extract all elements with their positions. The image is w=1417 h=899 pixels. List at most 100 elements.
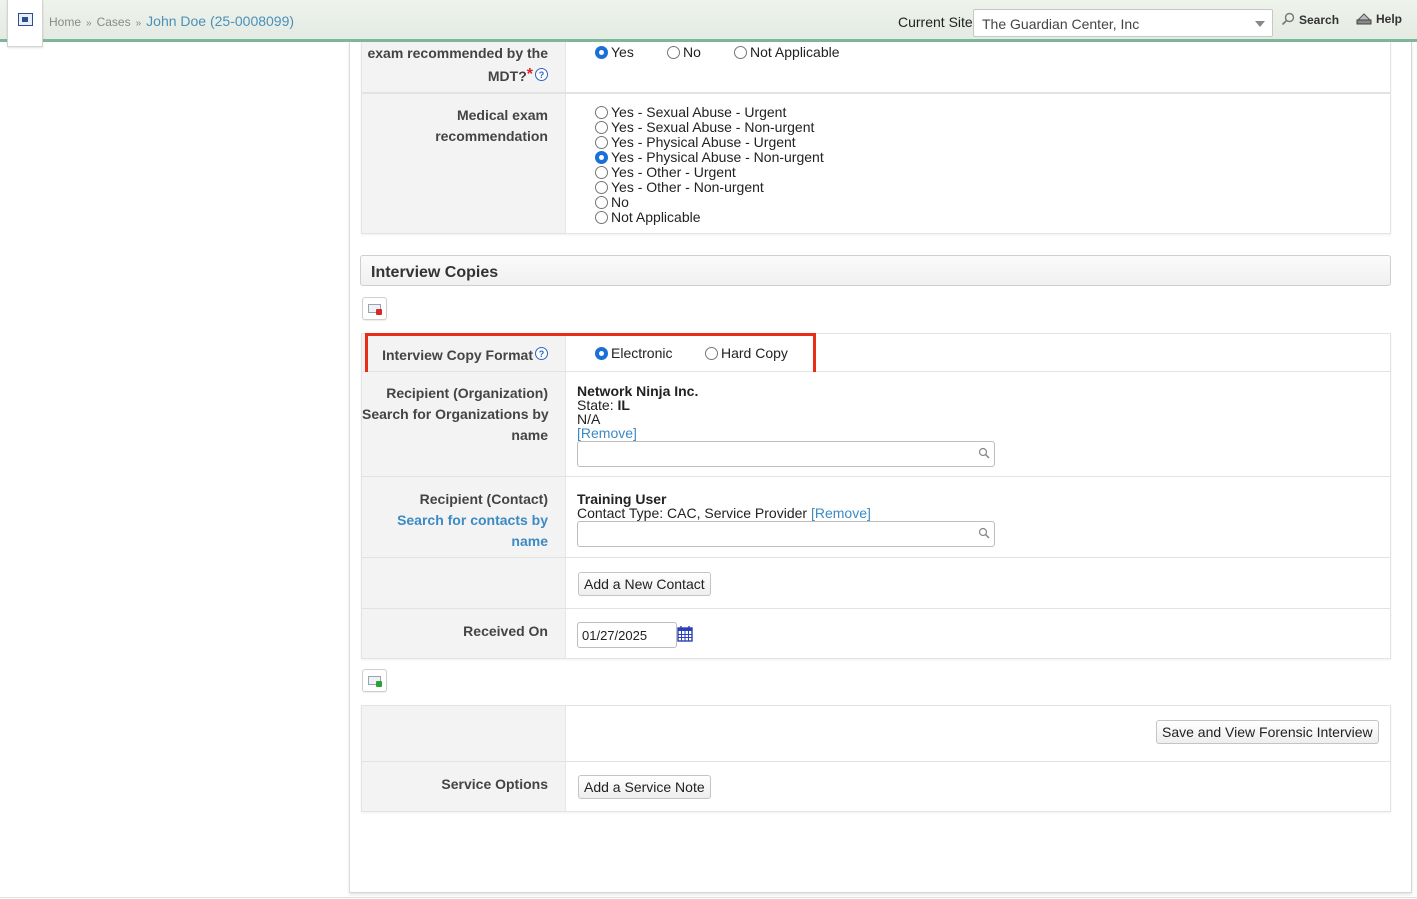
medical-exam-option[interactable]: Yes - Sexual Abuse - Urgent bbox=[595, 104, 786, 120]
service-options-label-wrap: Service Options bbox=[362, 762, 566, 811]
radio-hard-copy[interactable] bbox=[705, 347, 718, 360]
option-label: Yes - Physical Abuse - Urgent bbox=[611, 134, 796, 150]
add-contact-label-cell bbox=[362, 558, 566, 608]
radio-option[interactable] bbox=[595, 136, 608, 149]
exam-recommended-row: exam recommended by the MDT?*? bbox=[361, 42, 1391, 93]
search-link[interactable]: Search bbox=[1281, 12, 1339, 27]
medical-exam-label: Medical exam recommendation bbox=[362, 94, 566, 233]
received-on-row: Received On bbox=[361, 609, 1391, 659]
remove-copy-button[interactable] bbox=[362, 297, 387, 320]
search-link-label: Search bbox=[1299, 13, 1340, 27]
calendar-icon[interactable] bbox=[677, 625, 693, 642]
app-menu-tab[interactable] bbox=[7, 0, 43, 47]
option-label: Yes - Other - Non-urgent bbox=[611, 179, 764, 195]
organization-search-input[interactable] bbox=[577, 441, 995, 467]
search-icon bbox=[1281, 12, 1295, 26]
option-label: Yes - Sexual Abuse - Urgent bbox=[611, 104, 787, 120]
radio-not-applicable[interactable] bbox=[734, 46, 747, 59]
state-value: IL bbox=[617, 397, 630, 413]
radio-option[interactable] bbox=[595, 166, 608, 179]
remove-icon bbox=[376, 309, 382, 315]
option-label: Yes - Other - Urgent bbox=[611, 164, 736, 180]
medical-exam-label-line2: recommendation bbox=[435, 128, 548, 144]
medical-exam-option[interactable]: Not Applicable bbox=[595, 209, 701, 225]
service-options-label: Service Options bbox=[441, 776, 548, 792]
copy-format-label: Interview Copy Format bbox=[382, 347, 533, 363]
current-site-select[interactable]: The Guardian Center, Inc bbox=[973, 9, 1273, 37]
breadcrumb-home[interactable]: Home bbox=[49, 15, 81, 29]
remove-organization-link[interactable]: [Remove] bbox=[577, 425, 637, 441]
copy-format-row: Interview Copy Format? bbox=[361, 333, 1391, 372]
recipient-contact-label-line2: Search for contacts by bbox=[397, 512, 548, 528]
app-window-icon bbox=[18, 13, 33, 26]
help-icon[interactable]: ? bbox=[535, 68, 548, 81]
exam-recommended-option-no[interactable]: No bbox=[667, 44, 701, 60]
help-icon[interactable]: ? bbox=[535, 347, 548, 360]
help-link-label: Help bbox=[1376, 12, 1403, 26]
help-link[interactable]: Help bbox=[1356, 12, 1402, 26]
medical-exam-option[interactable]: Yes - Sexual Abuse - Non-urgent bbox=[595, 119, 814, 135]
copy-format-option-electronic[interactable]: Electronic bbox=[595, 345, 672, 361]
exam-recommended-label-line2-wrap: MDT?*? bbox=[488, 64, 548, 87]
received-on-input[interactable]: 01/27/2025 bbox=[577, 622, 677, 648]
radio-option[interactable] bbox=[595, 121, 608, 134]
copy-format-option-hard-copy[interactable]: Hard Copy bbox=[705, 345, 788, 361]
breadcrumb-case[interactable]: John Doe (25-0008099) bbox=[146, 13, 294, 29]
exam-recommended-label-line1: exam recommended by the bbox=[367, 45, 548, 61]
search-icon bbox=[978, 447, 990, 459]
search-icon bbox=[978, 527, 990, 539]
medical-exam-option[interactable]: Yes - Other - Non-urgent bbox=[595, 179, 764, 195]
option-label: Yes - Sexual Abuse - Non-urgent bbox=[611, 119, 815, 135]
medical-exam-option[interactable]: Yes - Physical Abuse - Non-urgent bbox=[595, 149, 824, 165]
exam-recommended-option-na[interactable]: Not Applicable bbox=[734, 44, 840, 60]
recipient-org-label: Recipient (Organization) Search for Orga… bbox=[362, 372, 566, 476]
current-site-value: The Guardian Center, Inc bbox=[982, 16, 1140, 32]
breadcrumb: Home » Cases » John Doe (25-0008099) bbox=[49, 13, 294, 29]
top-bar: Home » Cases » John Doe (25-0008099) Current… bbox=[0, 0, 1417, 42]
recipient-org-label-line2: Search for Organizations by bbox=[362, 406, 549, 422]
medical-exam-option[interactable]: No bbox=[595, 194, 629, 210]
received-on-label-wrap: Received On bbox=[362, 609, 566, 658]
add-copy-button[interactable] bbox=[362, 669, 387, 692]
recipient-contact-label: Recipient (Contact) Search for contacts … bbox=[362, 477, 566, 557]
add-service-note-button[interactable]: Add a Service Note bbox=[578, 775, 711, 799]
exam-recommended-label-line2: MDT? bbox=[487, 68, 527, 84]
exam-recommended-option-label: Not Applicable bbox=[750, 44, 840, 60]
current-site-label: Current Site bbox=[898, 14, 973, 30]
option-label: Not Applicable bbox=[611, 209, 701, 225]
received-on-label: Received On bbox=[463, 623, 548, 639]
option-label: Electronic bbox=[611, 345, 673, 361]
add-new-contact-button[interactable]: Add a New Contact bbox=[578, 572, 711, 596]
radio-electronic[interactable] bbox=[595, 347, 608, 360]
medical-exam-option[interactable]: Yes - Physical Abuse - Urgent bbox=[595, 134, 796, 150]
contact-search-input[interactable] bbox=[577, 521, 995, 547]
radio-option[interactable] bbox=[595, 196, 608, 209]
service-options-row: Service Options bbox=[361, 762, 1391, 812]
copy-format-label-wrap: Interview Copy Format? bbox=[362, 334, 566, 371]
exam-recommended-option-yes[interactable]: Yes bbox=[595, 44, 634, 60]
remove-contact-link[interactable]: [Remove] bbox=[811, 505, 871, 521]
contact-type: Contact Type: CAC, Service Provider bbox=[577, 505, 808, 521]
recipient-contact-label-line3: name bbox=[511, 533, 548, 549]
medical-exam-option[interactable]: Yes - Other - Urgent bbox=[595, 164, 736, 180]
recipient-contact-label-line1: Recipient (Contact) bbox=[419, 491, 548, 507]
radio-no[interactable] bbox=[667, 46, 680, 59]
radio-option-selected[interactable] bbox=[595, 151, 608, 164]
radio-option[interactable] bbox=[595, 211, 608, 224]
breadcrumb-cases[interactable]: Cases bbox=[97, 15, 131, 29]
section-title: Interview Copies bbox=[371, 264, 499, 281]
radio-option[interactable] bbox=[595, 181, 608, 194]
help-desk-icon bbox=[1356, 13, 1372, 25]
radio-option[interactable] bbox=[595, 106, 608, 119]
exam-recommended-option-label: No bbox=[683, 44, 701, 60]
medical-exam-label-line1: Medical exam bbox=[456, 107, 548, 123]
exam-recommended-option-label: Yes bbox=[611, 44, 634, 60]
option-label: Yes - Physical Abuse - Non-urgent bbox=[611, 149, 824, 165]
option-label: Hard Copy bbox=[721, 345, 788, 361]
radio-yes[interactable] bbox=[595, 46, 608, 59]
contact-type-line: Contact Type: CAC, Service Provider [Rem… bbox=[577, 505, 871, 521]
exam-recommended-label: exam recommended by the MDT?*? bbox=[362, 42, 566, 92]
add-icon bbox=[376, 681, 382, 687]
chevron-down-icon bbox=[1255, 21, 1265, 27]
save-and-view-button[interactable]: Save and View Forensic Interview bbox=[1156, 720, 1379, 744]
